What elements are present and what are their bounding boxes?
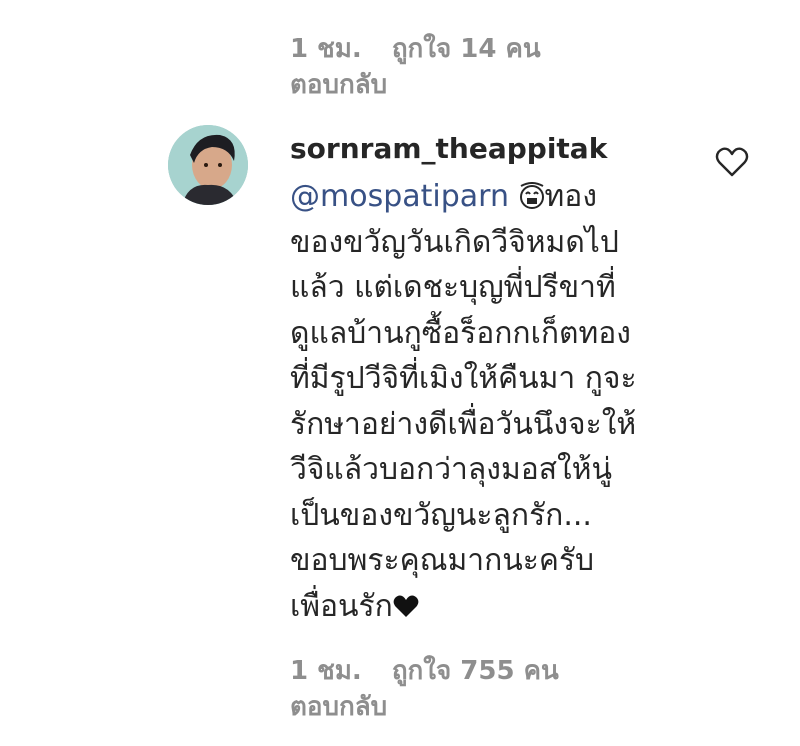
- mention-link[interactable]: @mospatiparn: [290, 179, 509, 214]
- crying-face-icon: [519, 182, 544, 209]
- reply-button[interactable]: ตอบกลับ: [290, 64, 387, 105]
- comment-timestamp[interactable]: 1 ชม.: [290, 28, 362, 69]
- comment-first-line-text: ทอง: [544, 179, 597, 214]
- comment-username[interactable]: sornram_theappitak: [290, 130, 690, 168]
- comment-meta: 1 ชม. ถูกใจ 755 คน: [290, 650, 559, 691]
- likes-count[interactable]: ถูกใจ 14 คน: [392, 28, 541, 69]
- previous-comment-meta: 1 ชม. ถูกใจ 14 คน: [290, 28, 541, 69]
- black-heart-icon: [393, 595, 419, 617]
- heart-outline-icon: [715, 147, 749, 177]
- comment-timestamp[interactable]: 1 ชม.: [290, 650, 362, 691]
- avatar-image: [168, 125, 248, 205]
- user-avatar[interactable]: [168, 125, 248, 205]
- reply-button[interactable]: ตอบกลับ: [290, 686, 387, 727]
- comment-text: @mospatiparn ทอง ของขวัญวันเกิดวีจิหมดไป…: [290, 174, 690, 629]
- comment: sornram_theappitak @mospatiparn ทอง ของข…: [290, 130, 690, 629]
- like-button[interactable]: [715, 146, 749, 178]
- comment-body-text: ของขวัญวันเกิดวีจิหมดไป แล้ว แต่เดชะบุญพ…: [290, 224, 637, 624]
- likes-count[interactable]: ถูกใจ 755 คน: [392, 650, 559, 691]
